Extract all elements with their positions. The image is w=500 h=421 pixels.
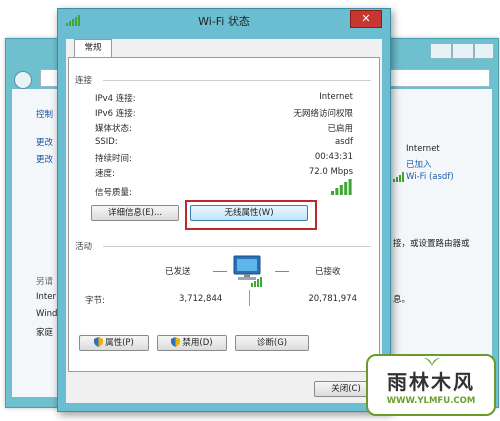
- minimize-button[interactable]: [430, 43, 452, 59]
- disable-button-label: 禁用(D): [182, 338, 213, 348]
- wifi-connection-link[interactable]: Wi-Fi (asdf): [406, 172, 454, 182]
- received-dash: [275, 271, 289, 272]
- duration-value: 00:43:31: [314, 152, 353, 162]
- signal-bar: [344, 182, 348, 195]
- bytes-sent-value: 3,712,844: [179, 294, 223, 304]
- diagnose-button[interactable]: 诊断(G): [235, 335, 309, 351]
- general-panel: 连接 IPv4 连接: Internet IPv6 连接: 无网络访问权限 媒体…: [68, 57, 380, 372]
- sent-dash: [213, 271, 227, 272]
- activity-group-divider: [103, 246, 371, 247]
- ssid-label: SSID:: [95, 137, 118, 147]
- maximize-button[interactable]: [452, 43, 474, 59]
- details-button[interactable]: 详细信息(E)...: [91, 205, 179, 221]
- dialog-body: 常规 连接 IPv4 连接: Internet IPv6 连接: 无网络访问权限…: [66, 39, 382, 403]
- tab-general[interactable]: 常规: [74, 39, 112, 58]
- properties-button-label: 属性(P): [105, 338, 134, 348]
- ipv4-value: Internet: [319, 92, 353, 102]
- left-link-2[interactable]: 更改: [36, 136, 53, 148]
- wifi-status-dialog: Wi-Fi 状态 ✕ 常规 连接 IPv4 连接: Internet IPv6 …: [57, 8, 391, 412]
- signal-bar: [339, 185, 343, 195]
- left-link-5[interactable]: Wind: [36, 309, 57, 319]
- left-link-6[interactable]: 家庭: [36, 326, 53, 338]
- watermark-logo: 雨林木风 WWW.YLMFU.COM: [366, 354, 496, 416]
- signal-bar: [335, 188, 339, 195]
- right-fragment-2: 息。: [393, 295, 411, 305]
- left-link-3[interactable]: 更改: [36, 153, 53, 165]
- network-type: Internet: [406, 144, 440, 154]
- media-state-value: 已启用: [327, 124, 353, 134]
- speed-value: 72.0 Mbps: [308, 167, 353, 177]
- close-button-background[interactable]: [474, 43, 494, 59]
- connection-group-divider: [103, 80, 371, 81]
- left-link-1[interactable]: 控制: [36, 108, 53, 120]
- duration-label: 持续时间:: [95, 154, 132, 164]
- properties-button[interactable]: 属性(P): [79, 335, 149, 351]
- signal-strength-icon: [331, 179, 353, 198]
- signal-quality-label: 信号质量:: [95, 188, 132, 198]
- watermark-url: WWW.YLMFU.COM: [386, 396, 476, 406]
- right-fragment-1: 接，或设置路由器或: [393, 239, 470, 249]
- shield-icon: [94, 337, 104, 347]
- bytes-divider: [249, 290, 250, 306]
- sent-label: 已发送: [165, 267, 191, 277]
- signal-bar: [331, 191, 334, 195]
- left-see-also: 另请: [36, 277, 54, 287]
- network-computer-icon: [231, 254, 267, 291]
- ipv6-value: 无网络访问权限: [293, 109, 353, 119]
- dialog-close-button[interactable]: ✕: [350, 10, 382, 28]
- dialog-title: Wi-Fi 状态: [198, 15, 250, 28]
- joined-link[interactable]: 已加入: [406, 158, 432, 170]
- wireless-properties-button[interactable]: 无线属性(W): [190, 205, 308, 221]
- wifi-signal-icon: [393, 172, 405, 185]
- disable-button[interactable]: 禁用(D): [157, 335, 227, 351]
- received-label: 已接收: [315, 267, 341, 277]
- bytes-received-value: 20,781,974: [308, 294, 357, 304]
- back-icon[interactable]: [14, 71, 32, 89]
- speed-label: 速度:: [95, 169, 115, 179]
- bytes-label: 字节:: [85, 296, 105, 306]
- close-icon: ✕: [361, 12, 371, 25]
- ssid-value: asdf: [334, 137, 353, 147]
- signal-bar: [348, 179, 352, 195]
- watermark-brand: 雨林木风: [387, 370, 475, 394]
- shield-icon: [171, 337, 181, 347]
- ipv4-label: IPv4 连接:: [95, 94, 136, 104]
- left-link-4[interactable]: Inter: [36, 292, 56, 302]
- media-state-label: 媒体状态:: [95, 124, 132, 134]
- activity-group-label: 活动: [75, 242, 93, 252]
- connection-group-label: 连接: [75, 76, 93, 86]
- dialog-titlebar[interactable]: Wi-Fi 状态 ✕: [58, 9, 390, 33]
- ipv6-label: IPv6 连接:: [95, 109, 136, 119]
